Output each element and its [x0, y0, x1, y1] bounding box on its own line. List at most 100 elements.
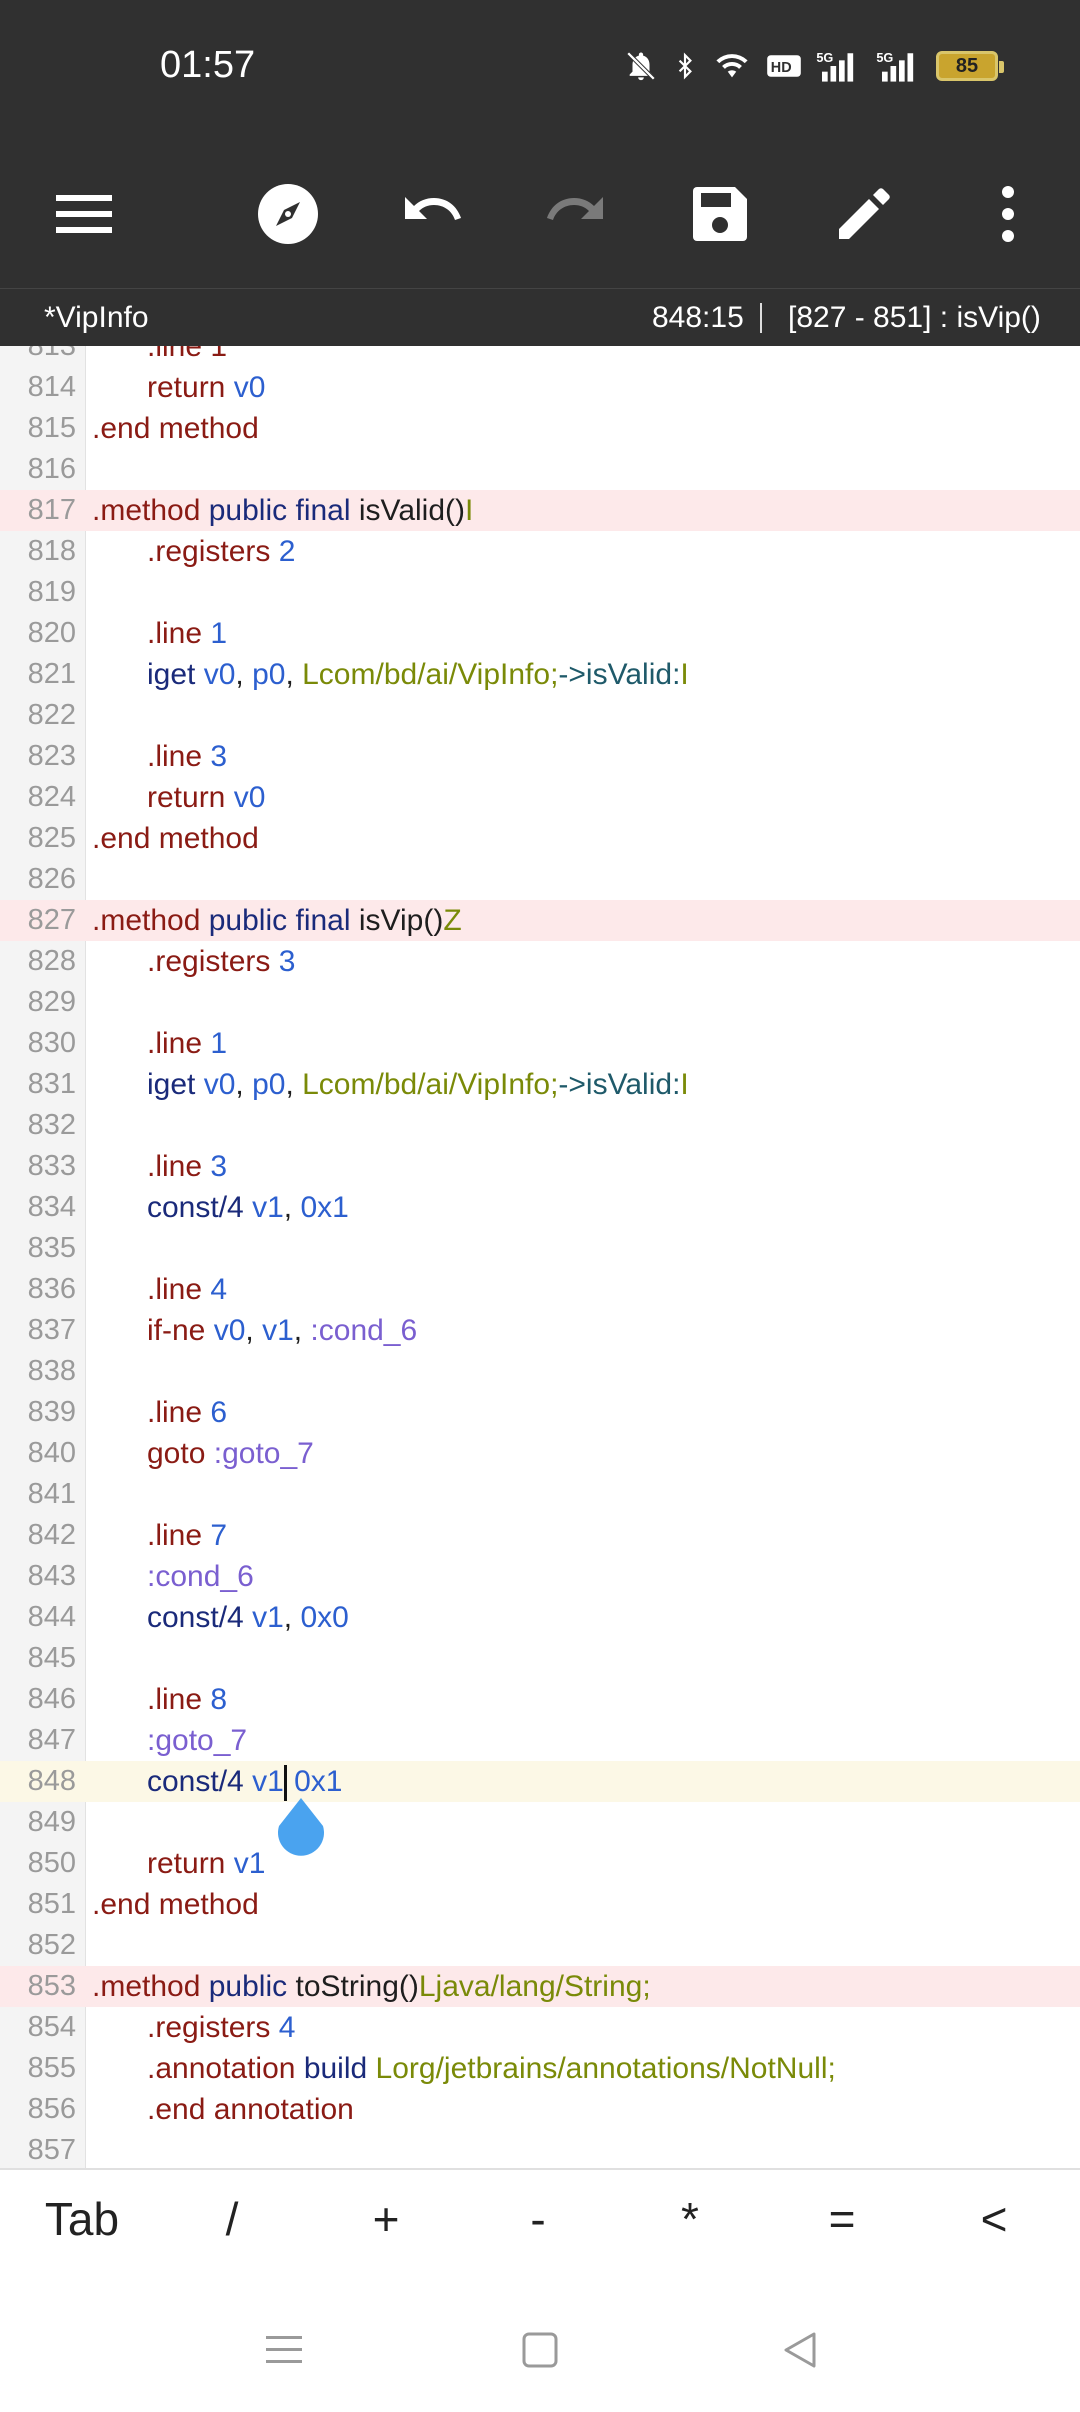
info-separator: [760, 303, 762, 333]
navigate-button[interactable]: [248, 174, 328, 254]
code-line[interactable]: 840 goto :goto_7: [0, 1433, 1080, 1474]
code-line[interactable]: 818 .registers 2: [0, 531, 1080, 572]
code-line[interactable]: 849: [0, 1802, 1080, 1843]
line-number: 819: [27, 576, 76, 608]
line-number: 844: [27, 1601, 76, 1633]
code-line[interactable]: 830 .line 1: [0, 1023, 1080, 1064]
code-line[interactable]: 821 iget v0, p0, Lcom/bd/ai/VipInfo;->isV…: [0, 654, 1080, 695]
recents-icon[interactable]: [262, 2328, 306, 2372]
cursor-drag-handle[interactable]: [271, 1796, 331, 1860]
line-number: 834: [27, 1191, 76, 1223]
save-button[interactable]: [680, 174, 760, 254]
code-line[interactable]: 843:cond_6: [0, 1556, 1080, 1597]
more-button[interactable]: [968, 174, 1048, 254]
code-line[interactable]: 829: [0, 982, 1080, 1023]
code-line[interactable]: 857: [0, 2130, 1080, 2168]
token-directive: .end: [147, 2093, 206, 2126]
token-directive: .line: [147, 740, 203, 773]
code-line[interactable]: 836 .line 4: [0, 1269, 1080, 1310]
code-line[interactable]: 835: [0, 1228, 1080, 1269]
code-line[interactable]: 847:goto_7: [0, 1720, 1080, 1761]
token-keyword: return: [147, 781, 226, 814]
code-line[interactable]: 814 return v0: [0, 367, 1080, 408]
code-line[interactable]: 837 if-ne v0, v1, :cond_6: [0, 1310, 1080, 1351]
code-line-method[interactable]: 817 .method public final isValid()I: [0, 490, 1080, 531]
token-register: p0: [252, 1068, 286, 1101]
code-line[interactable]: 846 .line 8: [0, 1679, 1080, 1720]
code-line[interactable]: 842 .line 7: [0, 1515, 1080, 1556]
method-range[interactable]: [827 - 851] : isVip(): [788, 301, 1041, 335]
code-line[interactable]: 834 const/4 v1, 0x1: [0, 1187, 1080, 1228]
code-line[interactable]: 832: [0, 1105, 1080, 1146]
edit-button[interactable]: [824, 174, 904, 254]
code-line[interactable]: 815 .end method: [0, 408, 1080, 449]
svg-text:HD: HD: [771, 60, 792, 76]
file-name: *VipInfo: [44, 301, 149, 334]
token-register: v1: [262, 1314, 294, 1347]
symbol-key-plus[interactable]: +: [336, 2192, 436, 2246]
code-line[interactable]: 852: [0, 1925, 1080, 1966]
token-type: Lcom/bd/ai/VipInfo;: [302, 1068, 559, 1101]
token-directive: .line: [147, 1519, 203, 1552]
line-number: 821: [27, 658, 76, 690]
menu-button[interactable]: [44, 174, 124, 254]
code-line[interactable]: 855 .annotation build Lorg/jetbrains/anno…: [0, 2048, 1080, 2089]
symbol-key-equals[interactable]: =: [792, 2192, 892, 2246]
symbol-key-tab[interactable]: Tab: [32, 2192, 132, 2246]
token-label: :goto_7: [213, 1437, 314, 1470]
token-keyword: public: [208, 1970, 288, 2003]
5g-signal-icon: 5G: [816, 50, 854, 82]
edit-icon: [839, 188, 890, 239]
code-line[interactable]: 816: [0, 449, 1080, 490]
code-line[interactable]: 831 iget v0, p0, Lcom/bd/ai/VipInfo;->isV…: [0, 1064, 1080, 1105]
5g-signal-icon: 5G: [876, 50, 914, 82]
code-line[interactable]: 839 .line 6: [0, 1392, 1080, 1433]
code-line[interactable]: 825 .end method: [0, 818, 1080, 859]
code-line[interactable]: 845: [0, 1638, 1080, 1679]
token-keyword: return: [147, 1847, 226, 1880]
home-icon[interactable]: [518, 2328, 562, 2372]
hd-icon: HD: [767, 55, 801, 77]
code-line-method[interactable]: 853 .method public toString()Ljava/lang/S…: [0, 1966, 1080, 2007]
code-line-method[interactable]: 827 .method public final isVip()Z: [0, 900, 1080, 941]
code-line[interactable]: 856 .end annotation: [0, 2089, 1080, 2130]
token-directive: .end: [92, 412, 151, 445]
token-keyword: return: [147, 371, 226, 404]
line-number: 813: [27, 346, 76, 362]
token-label: :cond_6: [310, 1314, 418, 1347]
token-register: v1: [233, 1847, 266, 1880]
code-line[interactable]: 844 const/4 v1, 0x0: [0, 1597, 1080, 1638]
code-line[interactable]: 813 .line 1: [0, 346, 1080, 367]
symbol-key-slash[interactable]: /: [182, 2192, 282, 2246]
undo-button[interactable]: [392, 174, 472, 254]
code-line[interactable]: 851 .end method: [0, 1884, 1080, 1925]
code-line[interactable]: 833 .line 3: [0, 1146, 1080, 1187]
svg-text:5G: 5G: [816, 50, 833, 65]
code-line[interactable]: 838: [0, 1351, 1080, 1392]
code-line[interactable]: 824 return v0: [0, 777, 1080, 818]
code-line[interactable]: 819: [0, 572, 1080, 613]
token-method-name: isVip(): [358, 904, 444, 937]
code-line[interactable]: 820 .line 1: [0, 613, 1080, 654]
code-line[interactable]: 823 .line 3: [0, 736, 1080, 777]
symbol-key-asterisk[interactable]: *: [640, 2192, 740, 2246]
code-line[interactable]: 826: [0, 859, 1080, 900]
token-directive: .annotation: [147, 2052, 296, 2085]
token-number: 1: [210, 617, 228, 650]
code-line[interactable]: 850 return v1: [0, 1843, 1080, 1884]
code-line[interactable]: 822: [0, 695, 1080, 736]
token-directive: .line: [147, 1027, 203, 1060]
code-line[interactable]: 841: [0, 1474, 1080, 1515]
code-line-current[interactable]: 848 const/4 v1 0x1: [0, 1761, 1080, 1802]
code-line[interactable]: 854 .registers 4: [0, 2007, 1080, 2048]
code-line[interactable]: 828 .registers 3: [0, 941, 1080, 982]
token-number: 1: [210, 1027, 228, 1060]
code-editor[interactable]: 813 .line 1 814 return v0 815 .end method 8…: [0, 346, 1080, 2168]
redo-button[interactable]: [536, 174, 616, 254]
token-number: 3: [278, 945, 296, 978]
symbol-key-less-than[interactable]: <: [944, 2192, 1044, 2246]
token-keyword: const/4: [147, 1601, 244, 1634]
symbol-key-minus[interactable]: -: [488, 2192, 588, 2246]
back-icon[interactable]: [778, 2328, 822, 2372]
compass-icon: [258, 184, 318, 244]
